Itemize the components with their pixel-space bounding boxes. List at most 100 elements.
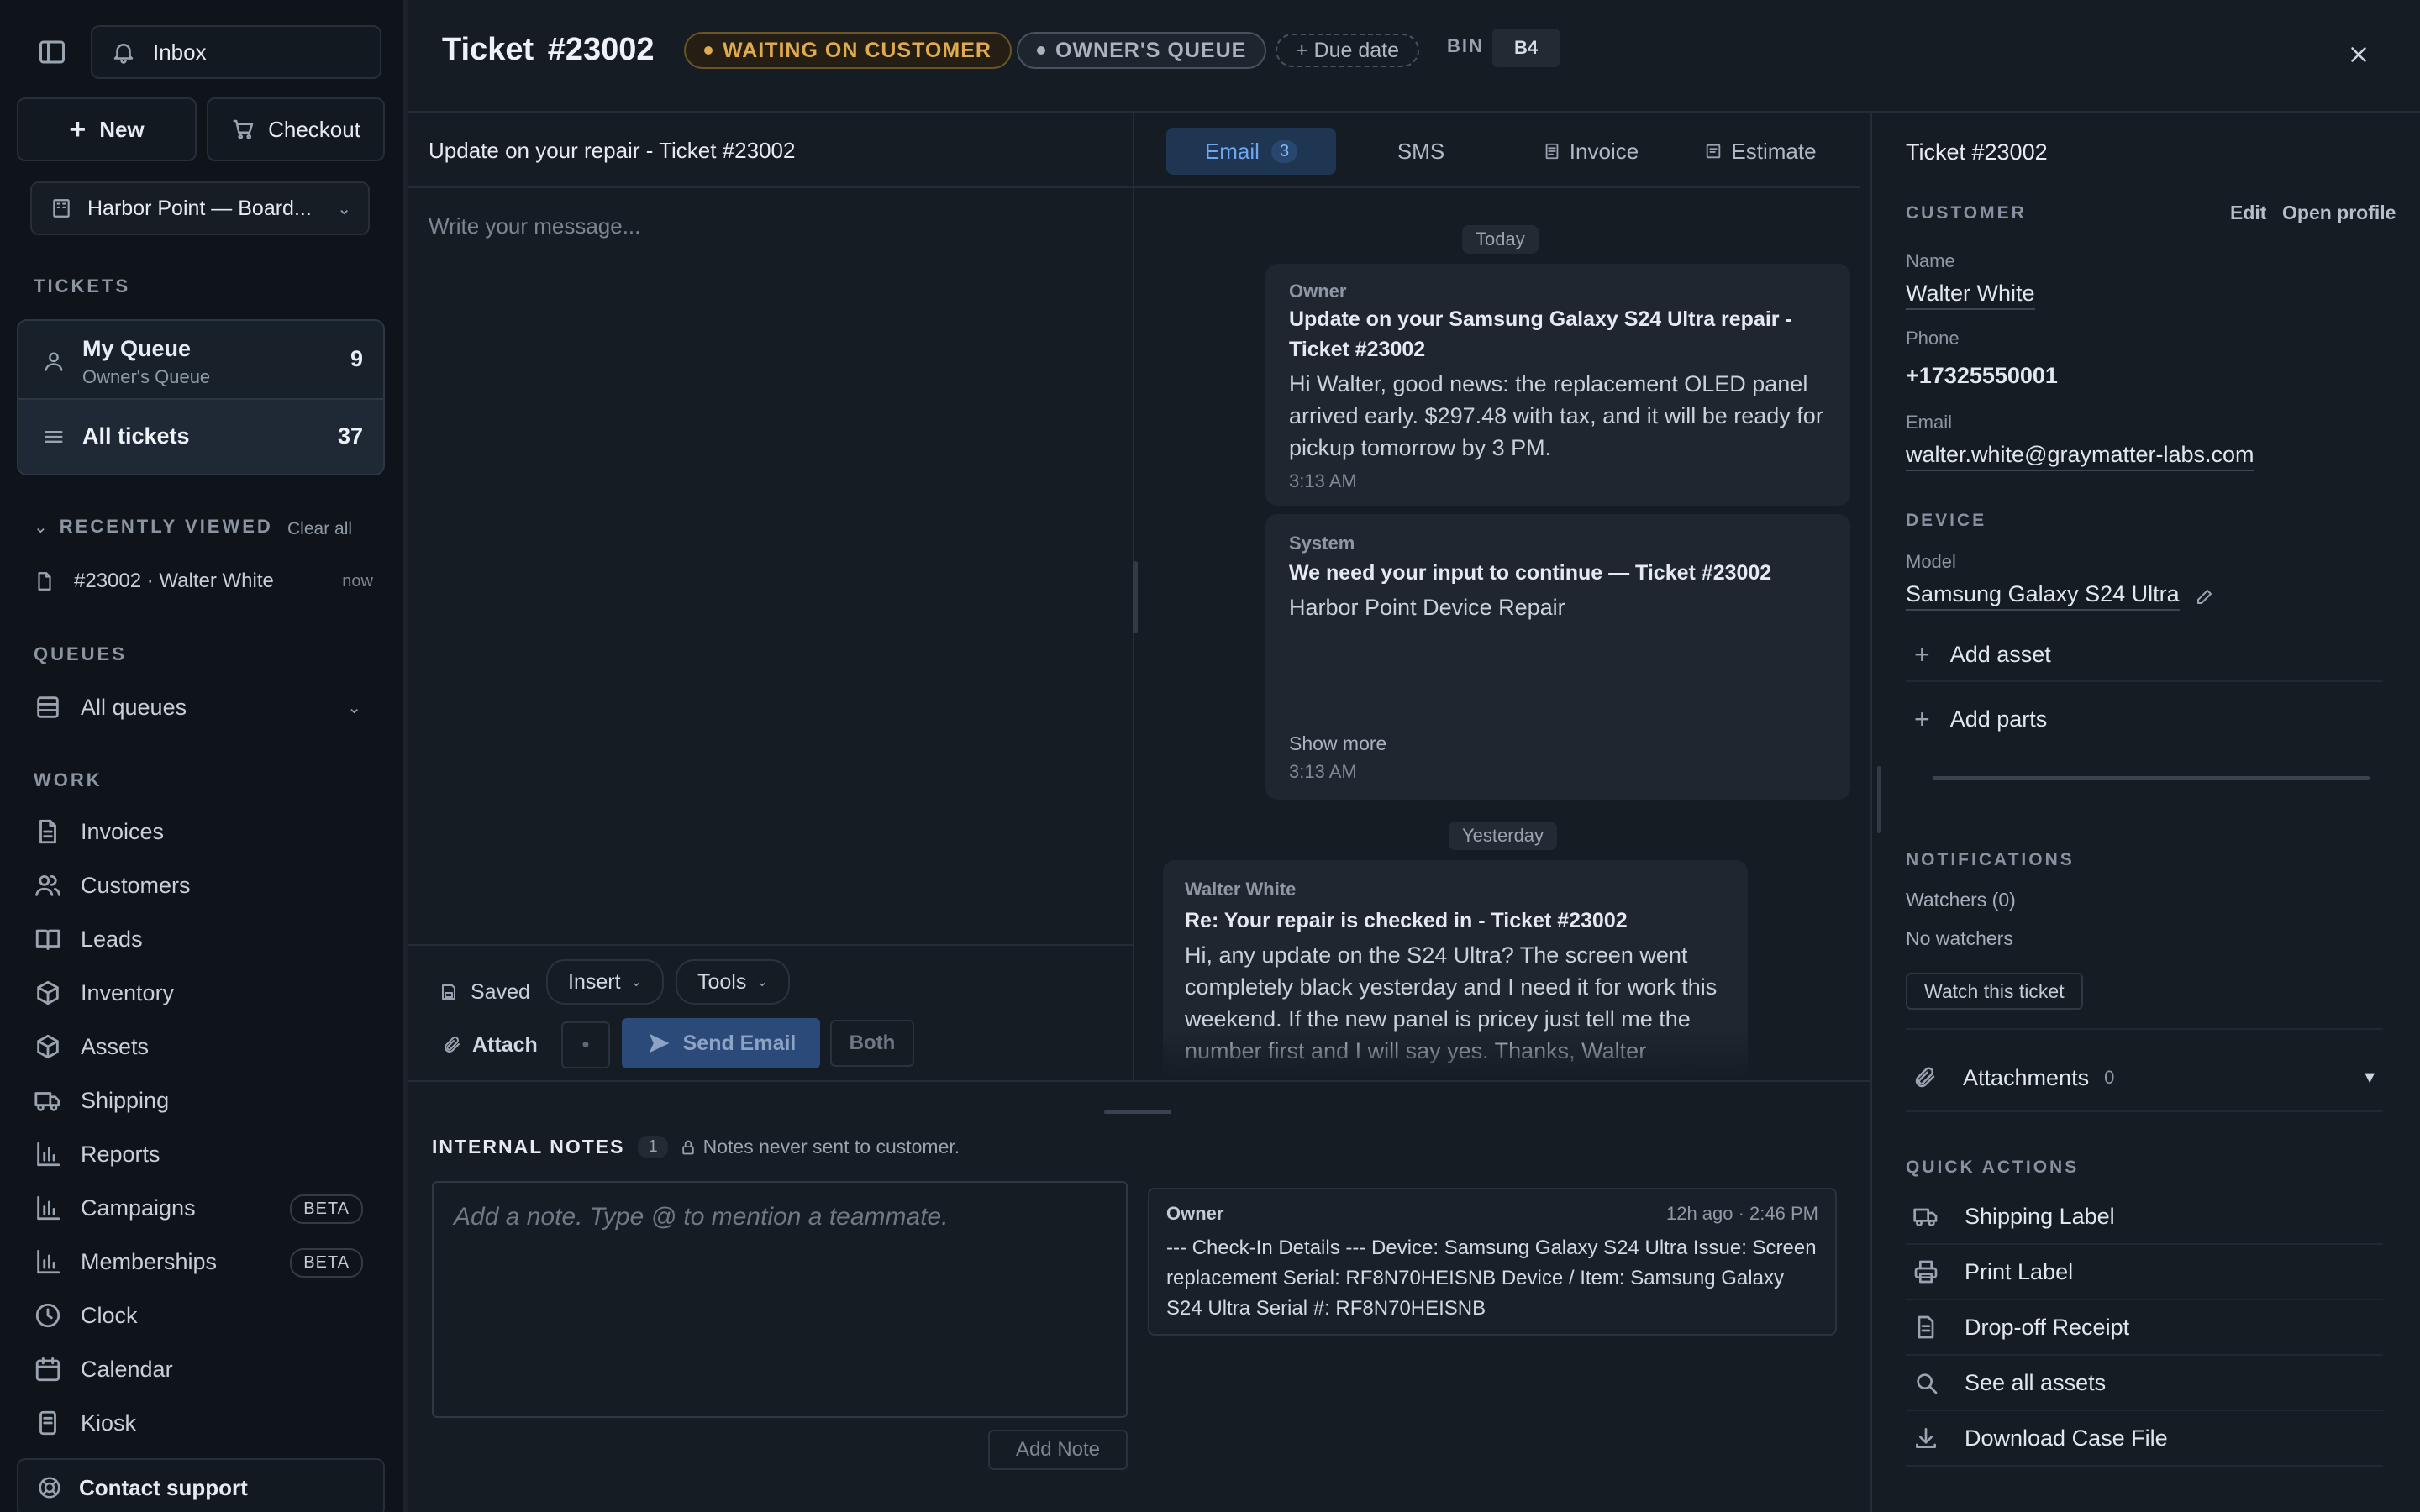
all-queues-item[interactable]: All queues ⌄ [34, 687, 370, 727]
quick-action-see-all-assets[interactable]: See all assets [1906, 1356, 2383, 1411]
sidebar-item-reports[interactable]: Reports [34, 1134, 370, 1174]
notes-count: 1 [638, 1136, 668, 1158]
format-toggle[interactable]: ● [561, 1021, 610, 1068]
sidebar-item-inventory[interactable]: Inventory [34, 973, 370, 1013]
attach-button[interactable]: Attach [442, 1023, 538, 1067]
notes-resize-handle[interactable] [1104, 1110, 1171, 1114]
queue-badge[interactable]: OWNER'S QUEUE [1017, 32, 1267, 69]
close-icon[interactable] [2346, 42, 2371, 67]
status-badge[interactable]: WAITING ON CUSTOMER [684, 32, 1012, 69]
recently-viewed-title: RECENTLY VIEWED [59, 516, 273, 537]
open-profile-link[interactable]: Open profile [2282, 202, 2396, 224]
due-date-label: + Due date [1296, 38, 1400, 62]
recent-item[interactable]: #23002 · Walter White now [34, 563, 373, 600]
message-system[interactable]: System We need your input to continue — … [1265, 514, 1850, 800]
bar-chart-icon [37, 1249, 60, 1274]
day-separator-today: Today [1462, 225, 1539, 254]
composer-toolbar-divider [408, 944, 1133, 946]
message-body: Harbor Point Device Repair [1289, 595, 1565, 620]
sidebar-item-shipping[interactable]: Shipping [34, 1080, 370, 1121]
sidebar-item-campaigns[interactable]: Campaigns BETA [34, 1188, 370, 1228]
new-button[interactable]: + New [17, 97, 197, 161]
send-email-button[interactable]: Send Email [622, 1018, 820, 1068]
bin-value[interactable]: B4 [1492, 29, 1560, 67]
sidebar-item-assets[interactable]: Assets [34, 1026, 370, 1067]
checkout-button[interactable]: Checkout [207, 97, 385, 161]
quick-action-download-case-file[interactable]: Download Case File [1906, 1411, 2383, 1467]
inbox-label: Inbox [153, 39, 207, 65]
note-card[interactable]: Owner 12h ago · 2:46 PM --- Check-In Det… [1148, 1188, 1837, 1336]
quick-action-drop-off-receipt[interactable]: Drop-off Receipt [1906, 1300, 2383, 1356]
sidebar-item-clock[interactable]: Clock [34, 1295, 370, 1336]
sidebar-item-customers[interactable]: Customers [34, 865, 370, 906]
sidebar-item-label: Reports [81, 1141, 160, 1167]
sidebar-item-kiosk[interactable]: Kiosk [34, 1403, 370, 1443]
tools-button[interactable]: Tools ⌄ [676, 959, 790, 1005]
message-sender: Walter White [1185, 879, 1297, 900]
insert-button[interactable]: Insert ⌄ [546, 959, 664, 1005]
my-queue-item[interactable]: My Queue Owner's Queue 9 [18, 321, 383, 400]
phone-value[interactable]: +17325550001 [1906, 363, 2058, 389]
cube-icon [37, 1034, 59, 1059]
recent-item-time: now [342, 571, 373, 591]
users-icon [35, 874, 60, 896]
status-label: WAITING ON CUSTOMER [723, 38, 992, 62]
chevron-down-icon: ⌄ [337, 199, 351, 218]
status-dot [704, 46, 713, 55]
all-tickets-item[interactable]: All tickets 37 [18, 400, 383, 474]
watch-ticket-button[interactable]: Watch this ticket [1906, 973, 2083, 1010]
edit-customer-link[interactable]: Edit [2230, 202, 2266, 224]
all-tickets-count: 37 [337, 423, 363, 449]
both-button[interactable]: Both [830, 1020, 914, 1067]
show-more-link[interactable]: Show more [1289, 732, 1386, 755]
sidebar-item-label: Campaigns [81, 1194, 196, 1221]
message-time: 3:13 AM [1289, 761, 1357, 782]
add-asset-button[interactable]: + Add asset [1906, 628, 2383, 682]
building-icon [53, 199, 70, 218]
email-count-badge: 3 [1270, 139, 1298, 163]
sidebar-item-calendar[interactable]: Calendar [34, 1349, 370, 1389]
ticket-panel: Ticket #23002 WAITING ON CUSTOMER OWNER'… [408, 0, 2420, 1512]
quick-action-shipping-label[interactable]: Shipping Label [1906, 1189, 2383, 1245]
recently-viewed-header[interactable]: ⌄ RECENTLY VIEWED [34, 516, 273, 538]
composer-subject[interactable]: Update on your repair - Ticket #23002 [429, 138, 795, 164]
right-panel-resize-handle[interactable] [1877, 766, 1881, 833]
device-section-title: DEVICE [1906, 511, 1987, 530]
add-note-button[interactable]: Add Note [988, 1430, 1128, 1470]
new-label: New [99, 116, 145, 142]
message-body: Hi Walter, good news: the replacement OL… [1289, 371, 1823, 460]
tab-sms[interactable]: SMS [1336, 128, 1506, 175]
clear-all-link[interactable]: Clear all [287, 519, 352, 539]
panel-ticket-title: Ticket #23002 [1906, 139, 2048, 165]
model-label: Model [1906, 551, 1956, 572]
add-parts-label: Add parts [1949, 706, 2048, 732]
due-date-button[interactable]: + Due date [1276, 34, 1420, 67]
message-owner[interactable]: Owner Update on your Samsung Galaxy S24 … [1265, 264, 1850, 506]
panel-scroll-indicator [1933, 776, 2370, 780]
tab-invoice[interactable]: Invoice [1506, 128, 1676, 175]
beta-badge: BETA [290, 1248, 363, 1278]
watchers-count: Watchers (0) [1906, 889, 2016, 911]
pencil-icon[interactable] [2195, 586, 2215, 606]
bin-label: BIN [1447, 35, 1484, 56]
sidebar-item-invoices[interactable]: Invoices [34, 811, 370, 852]
inbox-button[interactable]: Inbox [91, 25, 381, 79]
message-input[interactable]: Write your message... [429, 213, 1118, 927]
sidebar-item-memberships[interactable]: Memberships BETA [34, 1242, 370, 1282]
customer-name-link[interactable]: Walter White [1906, 281, 2035, 310]
contact-support-bar[interactable]: Contact support [17, 1458, 385, 1512]
quick-action-print-label[interactable]: Print Label [1906, 1245, 2383, 1300]
sidebar-item-leads[interactable]: Leads [34, 919, 370, 959]
email-link[interactable]: walter.white@graymatter-labs.com [1906, 442, 2254, 471]
attachments-row[interactable]: Attachments 0 ▼ [1906, 1045, 2383, 1112]
queues-section-title: QUEUES [34, 643, 127, 664]
sidebar-toggle-icon[interactable] [37, 37, 67, 67]
note-input[interactable]: Add a note. Type @ to mention a teammate… [432, 1181, 1128, 1418]
tab-invoice-label: Invoice [1569, 138, 1639, 164]
tab-estimate[interactable]: Estimate [1676, 128, 1845, 175]
location-select[interactable]: Harbor Point — Board... ⌄ [30, 181, 370, 235]
add-parts-button[interactable]: + Add parts [1906, 692, 2383, 746]
tab-email[interactable]: Email 3 [1166, 128, 1336, 175]
model-link[interactable]: Samsung Galaxy S24 Ultra [1906, 581, 2180, 611]
note-icon [1707, 144, 1721, 159]
